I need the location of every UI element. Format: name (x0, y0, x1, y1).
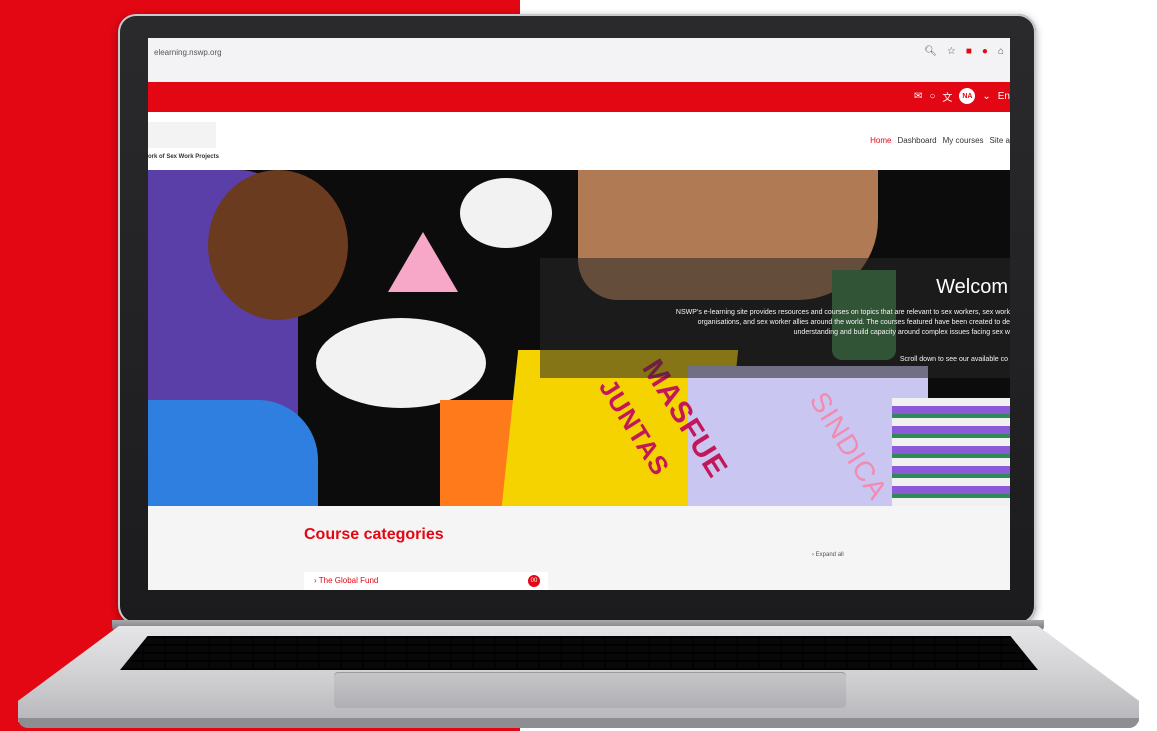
browser-toolbar-icons: 🔍︎ ☆ ■ ● ⌂ (924, 46, 1004, 57)
site-top-bar: ✉ ○ 文 NA ⌄ En (148, 82, 1010, 112)
chevron-down-icon[interactable]: ⌄ (982, 91, 990, 102)
avatar[interactable]: NA (959, 88, 976, 104)
site-navbar: ork of Sex Work Projects Home Dashboard … (148, 112, 1010, 170)
hero-scroll-hint: Scroll down to see our available co (899, 356, 1008, 363)
zoom-icon[interactable]: 🔍︎ (924, 46, 937, 57)
messages-icon[interactable]: ○ (929, 91, 935, 102)
hero-blue-sleeve (148, 400, 318, 506)
nav-link-dashboard[interactable]: Dashboard (897, 136, 936, 145)
laptop-keyboard (120, 636, 1038, 670)
category-item-global-fund[interactable]: › The Global Fund 00 (304, 572, 548, 590)
category-item-text: The Global Fund (318, 576, 379, 585)
site-logo[interactable] (148, 122, 216, 148)
expand-all-label: Expand all (815, 552, 844, 558)
extension-icon[interactable]: ■ (966, 46, 972, 57)
category-item-label: › The Global Fund (314, 576, 378, 585)
expand-all-link[interactable]: › Expand all (812, 552, 844, 558)
language-label[interactable]: En (998, 91, 1010, 102)
user-tools: ✉ ○ 文 NA ⌄ En (914, 88, 1010, 104)
hero-title: Welcom (936, 276, 1008, 298)
nav-link-my-courses[interactable]: My courses (943, 136, 984, 145)
hero-description: NSWP’s e-learning site provides resource… (546, 308, 1010, 338)
laptop-screen: elearning.nswp.org 🔍︎ ☆ ■ ● ⌂ ✉ ○ 文 NA ⌄… (148, 38, 1010, 590)
url-text[interactable]: elearning.nswp.org (154, 48, 222, 57)
hero-description-line-1: NSWP’s e-learning site provides resource… (675, 309, 1010, 316)
course-categories-section: Course categories › Expand all › The Glo… (148, 506, 1010, 590)
extension-icon-3[interactable]: ⌂ (998, 46, 1004, 57)
hero-palette-left (316, 318, 486, 408)
hero-pink-triangle (388, 232, 458, 292)
star-icon[interactable]: ☆ (947, 46, 956, 57)
language-icon[interactable]: 文 (942, 89, 952, 104)
hero-palette-top (460, 178, 552, 248)
hero-child-head (208, 170, 348, 320)
nav-link-site-admin[interactable]: Site a (990, 136, 1010, 145)
hero-description-line-3: understanding and build capacity around … (793, 329, 1010, 336)
hero-banner: MASFUE JUNTAS SINDICA Welcom NSWP’s e-le… (148, 170, 1010, 506)
page-title: Course categories (304, 526, 444, 543)
laptop-base-edge (18, 718, 1139, 728)
chevron-right-icon: › (812, 552, 814, 558)
site-logo-text: ork of Sex Work Projects (148, 154, 219, 160)
nav-link-home[interactable]: Home (870, 136, 891, 145)
notifications-icon[interactable]: ✉ (914, 91, 922, 102)
hero-description-line-2: organisations, and sex worker allies aro… (697, 319, 1010, 326)
primary-navigation: Home Dashboard My courses Site a (870, 136, 1010, 145)
laptop-trackpad (334, 672, 846, 708)
chevron-right-icon: › (314, 576, 317, 585)
category-count-badge: 00 (528, 575, 540, 587)
browser-address-bar: elearning.nswp.org 🔍︎ ☆ ■ ● ⌂ (148, 38, 1010, 82)
extension-icon-2[interactable]: ● (982, 46, 988, 57)
hero-book-stack (892, 398, 1010, 506)
